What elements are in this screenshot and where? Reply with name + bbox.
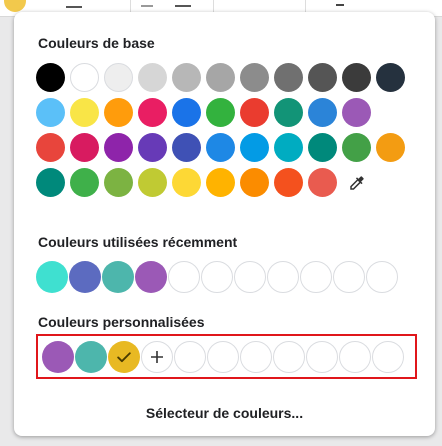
color-swatch[interactable] — [206, 63, 235, 92]
color-swatch[interactable] — [376, 63, 405, 92]
menu-icon — [66, 6, 82, 8]
empty-color-slot — [168, 261, 200, 293]
empty-color-slot — [333, 261, 365, 293]
color-swatch[interactable] — [138, 63, 167, 92]
toolbar-color-indicator — [4, 0, 26, 12]
color-swatch[interactable] — [308, 98, 337, 127]
empty-color-slot — [339, 341, 371, 373]
color-swatch[interactable] — [138, 133, 167, 162]
custom-color-swatch[interactable] — [75, 341, 107, 373]
empty-color-slot — [372, 341, 404, 373]
color-swatch[interactable] — [274, 168, 303, 197]
color-swatch[interactable] — [376, 133, 405, 162]
color-swatch[interactable] — [342, 63, 371, 92]
recent-colors-heading: Couleurs utilisées récemment — [38, 234, 238, 250]
color-swatch[interactable] — [206, 168, 235, 197]
custom-colors-highlight — [36, 334, 417, 379]
base-colors-grid — [36, 60, 410, 200]
align-icon — [141, 5, 153, 7]
eyedropper-icon[interactable] — [342, 168, 371, 197]
empty-color-slot — [366, 261, 398, 293]
empty-color-slot — [300, 261, 332, 293]
custom-color-swatch[interactable] — [42, 341, 74, 373]
color-swatch[interactable] — [240, 168, 269, 197]
color-swatch[interactable] — [70, 63, 99, 92]
color-swatch[interactable] — [308, 168, 337, 197]
plus-icon — [149, 349, 165, 365]
base-colors-row — [36, 165, 410, 200]
custom-color-swatch[interactable] — [108, 341, 140, 373]
empty-color-slot — [273, 341, 305, 373]
color-swatch[interactable] — [172, 63, 201, 92]
color-swatch[interactable] — [206, 98, 235, 127]
empty-color-slot — [234, 261, 266, 293]
color-swatch[interactable] — [36, 133, 65, 162]
color-swatch[interactable] — [274, 133, 303, 162]
custom-colors-heading: Couleurs personnalisées — [38, 314, 205, 330]
color-swatch[interactable] — [36, 168, 65, 197]
recent-color-swatch[interactable] — [69, 261, 101, 293]
custom-colors-row — [42, 341, 405, 373]
color-swatch[interactable] — [172, 133, 201, 162]
color-swatch[interactable] — [274, 63, 303, 92]
empty-color-slot — [267, 261, 299, 293]
color-swatch[interactable] — [36, 98, 65, 127]
color-swatch[interactable] — [138, 168, 167, 197]
color-picker-panel: Couleurs de base Couleurs utilisées réce… — [14, 12, 435, 436]
color-swatch[interactable] — [274, 98, 303, 127]
base-colors-row — [36, 130, 410, 165]
empty-color-slot — [201, 261, 233, 293]
base-colors-heading: Couleurs de base — [38, 35, 155, 51]
text-align-icon — [175, 5, 191, 7]
recent-color-swatch[interactable] — [36, 261, 68, 293]
color-swatch[interactable] — [138, 98, 167, 127]
color-swatch[interactable] — [308, 133, 337, 162]
recent-color-swatch[interactable] — [102, 261, 134, 293]
color-swatch[interactable] — [104, 98, 133, 127]
color-swatch[interactable] — [172, 168, 201, 197]
color-swatch[interactable] — [104, 133, 133, 162]
recent-color-swatch[interactable] — [135, 261, 167, 293]
color-swatch[interactable] — [104, 63, 133, 92]
empty-color-slot — [240, 341, 272, 373]
color-picker-button[interactable]: Sélecteur de couleurs... — [14, 405, 435, 421]
recent-colors-row — [36, 261, 399, 293]
crop-icon — [336, 4, 344, 6]
base-colors-row — [36, 60, 410, 95]
empty-color-slot — [174, 341, 206, 373]
empty-color-slot — [207, 341, 239, 373]
color-swatch[interactable] — [240, 63, 269, 92]
base-colors-row — [36, 95, 410, 130]
color-swatch[interactable] — [70, 168, 99, 197]
color-swatch[interactable] — [206, 133, 235, 162]
color-swatch[interactable] — [36, 63, 65, 92]
empty-color-slot — [306, 341, 338, 373]
checkmark-icon — [108, 341, 140, 373]
color-swatch[interactable] — [70, 98, 99, 127]
color-swatch[interactable] — [308, 63, 337, 92]
color-swatch[interactable] — [240, 133, 269, 162]
color-swatch[interactable] — [240, 98, 269, 127]
color-swatch[interactable] — [172, 98, 201, 127]
color-swatch[interactable] — [342, 133, 371, 162]
add-custom-color-button[interactable] — [141, 341, 173, 373]
color-swatch[interactable] — [70, 133, 99, 162]
color-swatch[interactable] — [342, 98, 371, 127]
color-swatch[interactable] — [104, 168, 133, 197]
